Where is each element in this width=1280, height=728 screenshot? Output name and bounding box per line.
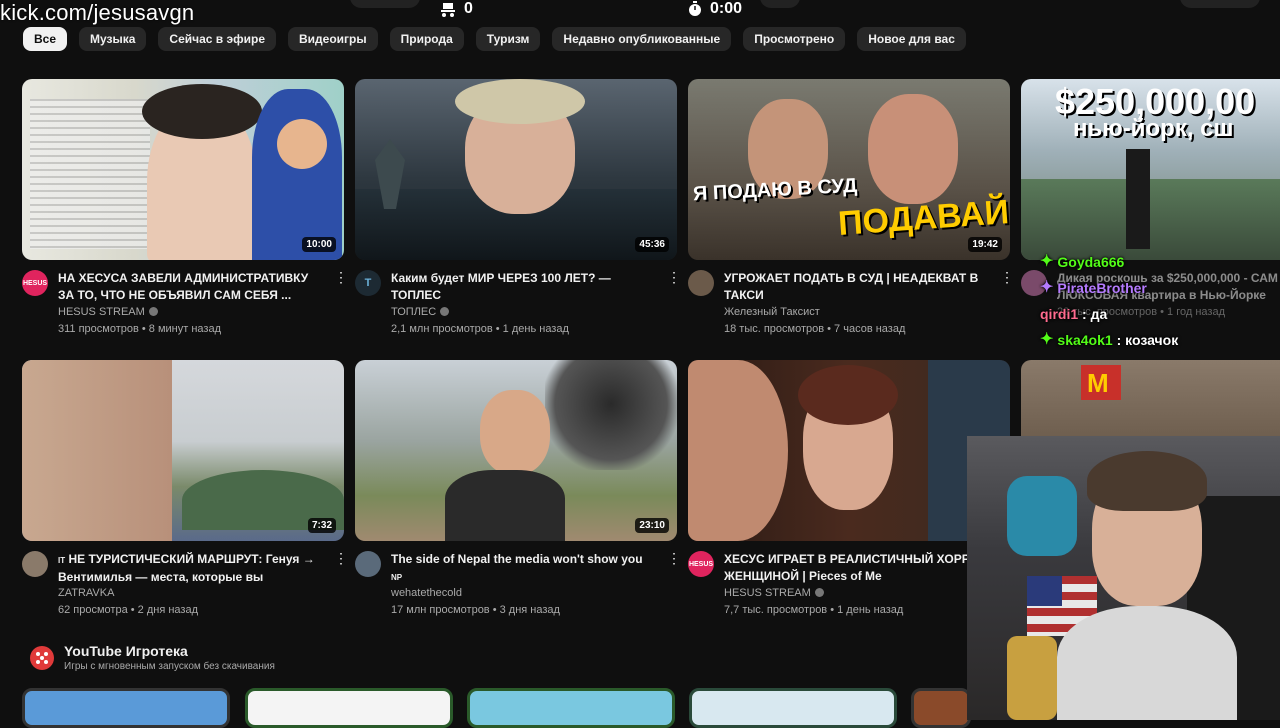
game-card[interactable]	[689, 688, 897, 728]
overlay-timer: 0:00	[688, 0, 742, 18]
chat-message: ✦ Goyda666	[1040, 249, 1178, 275]
channel-name[interactable]: HESUS STREAM	[58, 304, 324, 321]
video-stats: 17 млн просмотров • 3 дня назад	[391, 604, 560, 616]
thumbnail-text: нью-йорк, сш	[1073, 115, 1234, 142]
playables-subtitle: Игры с мгновенным запуском без скачивани…	[64, 661, 275, 672]
verified-icon	[814, 587, 824, 597]
chat-username: Goyda666	[1057, 254, 1125, 270]
chip-games[interactable]: Видеоигры	[288, 27, 378, 51]
chip-tourism[interactable]: Туризм	[475, 27, 541, 51]
timer-value: 0:00	[710, 0, 743, 17]
video-card[interactable]: 45:36 T Каким будет МИР ЧЕРЕЗ 100 ЛЕТ? —…	[355, 79, 681, 338]
channel-name[interactable]: ТОПЛЕС	[391, 304, 657, 321]
chip-recent[interactable]: Недавно опубликованные	[552, 27, 732, 51]
duration-badge: 45:36	[635, 237, 669, 252]
counter-value: 0	[464, 0, 473, 17]
duration-badge: 19:42	[968, 237, 1002, 252]
channel-avatar[interactable]: T	[355, 270, 381, 296]
video-stats: 311 просмотров • 8 минут назад	[58, 323, 222, 335]
duration-badge: 10:00	[302, 237, 336, 252]
filter-chips: Все Музыка Сейчас в эфире Видеоигры Прир…	[23, 27, 966, 51]
chip-nature[interactable]: Природа	[389, 27, 464, 51]
video-title[interactable]: IT НЕ ТУРИСТИЧЕСКИЙ МАРШРУТ: Генуя → Вен…	[58, 551, 324, 585]
video-thumbnail[interactable]: 45:36	[355, 79, 677, 260]
chip-new-for-you[interactable]: Новое для вас	[857, 27, 966, 51]
video-stats: 62 просмотра • 2 дня назад	[58, 604, 198, 616]
game-card[interactable]	[911, 688, 971, 728]
channel-avatar[interactable]: HESUS	[22, 270, 48, 296]
duration-badge: 7:32	[307, 518, 336, 533]
chip-all[interactable]: Все	[23, 27, 68, 51]
video-stats: 18 тыс. просмотров • 7 часов назад	[724, 323, 906, 335]
chat-message: qirdi1 : да	[1040, 301, 1178, 327]
chip-music[interactable]: Музыка	[79, 27, 147, 51]
chat-text: козачок	[1125, 332, 1179, 348]
chat-message: ✦ ska4ok1 : козачок	[1040, 327, 1178, 353]
video-title[interactable]: The side of Nepal the media won't show y…	[391, 551, 657, 585]
playables-icon	[30, 645, 54, 670]
more-options-icon[interactable]: ⋮	[1000, 270, 1014, 338]
streamer-webcam	[967, 436, 1280, 720]
chat-text: да	[1090, 306, 1108, 322]
playables-header[interactable]: YouTube Игротека Игры с мгновенным запус…	[30, 643, 275, 672]
chat-username: qirdi1	[1040, 306, 1079, 322]
video-card[interactable]: HESUS ХЕСУС ИГРАЕТ В РЕАЛИСТИЧНЫЙ ХОРРО …	[688, 360, 1010, 619]
video-card[interactable]: Я ПОДАЮ В СУД ПОДАВАЙ 19:42 УГРОЖАЕТ ПОД…	[688, 79, 1014, 338]
video-title[interactable]: НА ХЕСУСА ЗАВЕЛИ АДМИНИСТРАТИВКУ ЗА ТО, …	[58, 270, 324, 304]
video-card[interactable]: 23:10 The side of Nepal the media won't …	[355, 360, 681, 619]
chip-watched[interactable]: Просмотрено	[743, 27, 846, 51]
video-card[interactable]: 7:32 IT НЕ ТУРИСТИЧЕСКИЙ МАРШРУТ: Генуя …	[22, 360, 348, 619]
thumbnail-text: Я ПОДАЮ В СУД	[692, 174, 858, 206]
top-search-button-fragment	[760, 0, 800, 8]
video-thumbnail[interactable]	[688, 360, 1010, 541]
stopwatch-icon	[689, 1, 701, 16]
top-search-fragment	[350, 0, 420, 8]
game-card[interactable]	[467, 688, 675, 728]
video-thumbnail[interactable]: 7:32	[22, 360, 344, 541]
channel-name[interactable]: Железный Таксист	[724, 304, 990, 321]
video-stats: 2,1 млн просмотров • 1 день назад	[391, 323, 569, 335]
cart-icon	[441, 3, 455, 17]
channel-avatar[interactable]	[688, 270, 714, 296]
more-options-icon[interactable]: ⋮	[334, 270, 348, 338]
overlay-counter: 0	[440, 0, 473, 18]
more-options-icon[interactable]: ⋮	[667, 551, 681, 619]
channel-name[interactable]: ZATRAVKA	[58, 585, 324, 602]
channel-name[interactable]: wehatethecold	[391, 585, 657, 602]
more-options-icon[interactable]: ⋮	[667, 270, 681, 338]
video-title[interactable]: УГРОЖАЕТ ПОДАТЬ В СУД | НЕАДЕКВАТ В ТАКС…	[724, 270, 990, 304]
channel-avatar[interactable]: HESUS	[688, 551, 714, 577]
top-create-button-fragment	[1180, 0, 1260, 8]
chat-message: ✦ PirateBrother	[1040, 275, 1178, 301]
chip-live[interactable]: Сейчас в эфире	[158, 27, 277, 51]
video-thumbnail[interactable]: Я ПОДАЮ В СУД ПОДАВАЙ 19:42	[688, 79, 1010, 260]
video-title[interactable]: Каким будет МИР ЧЕРЕЗ 100 ЛЕТ? — ТОПЛЕС	[391, 270, 657, 304]
playables-title: YouTube Игротека	[64, 643, 188, 659]
video-thumbnail[interactable]: $250,000,00 нью-йорк, сш	[1021, 79, 1280, 260]
game-card[interactable]	[245, 688, 453, 728]
more-options-icon[interactable]: ⋮	[334, 551, 348, 619]
verified-icon	[148, 306, 158, 316]
stream-url-overlay: kick.com/jesusavgn	[0, 0, 195, 25]
game-card[interactable]	[22, 688, 230, 728]
kick-chat-overlay: ✦ Goyda666 ✦ PirateBrother qirdi1 : да ✦…	[1040, 249, 1178, 353]
duration-badge: 23:10	[635, 518, 669, 533]
chat-username: ska4ok1	[1057, 332, 1113, 348]
mcdonalds-logo: M	[1087, 368, 1109, 398]
badge-icon: ✦	[1040, 253, 1054, 270]
video-thumbnail[interactable]: 10:00	[22, 79, 344, 260]
video-thumbnail[interactable]: 23:10	[355, 360, 677, 541]
badge-icon: ✦	[1040, 279, 1054, 296]
channel-avatar[interactable]	[355, 551, 381, 577]
chat-username: PirateBrother	[1057, 280, 1147, 296]
verified-icon	[440, 306, 450, 316]
video-card[interactable]: 10:00 HESUS НА ХЕСУСА ЗАВЕЛИ АДМИНИСТРАТ…	[22, 79, 348, 338]
channel-avatar[interactable]	[22, 551, 48, 577]
badge-icon: ✦	[1040, 331, 1054, 348]
